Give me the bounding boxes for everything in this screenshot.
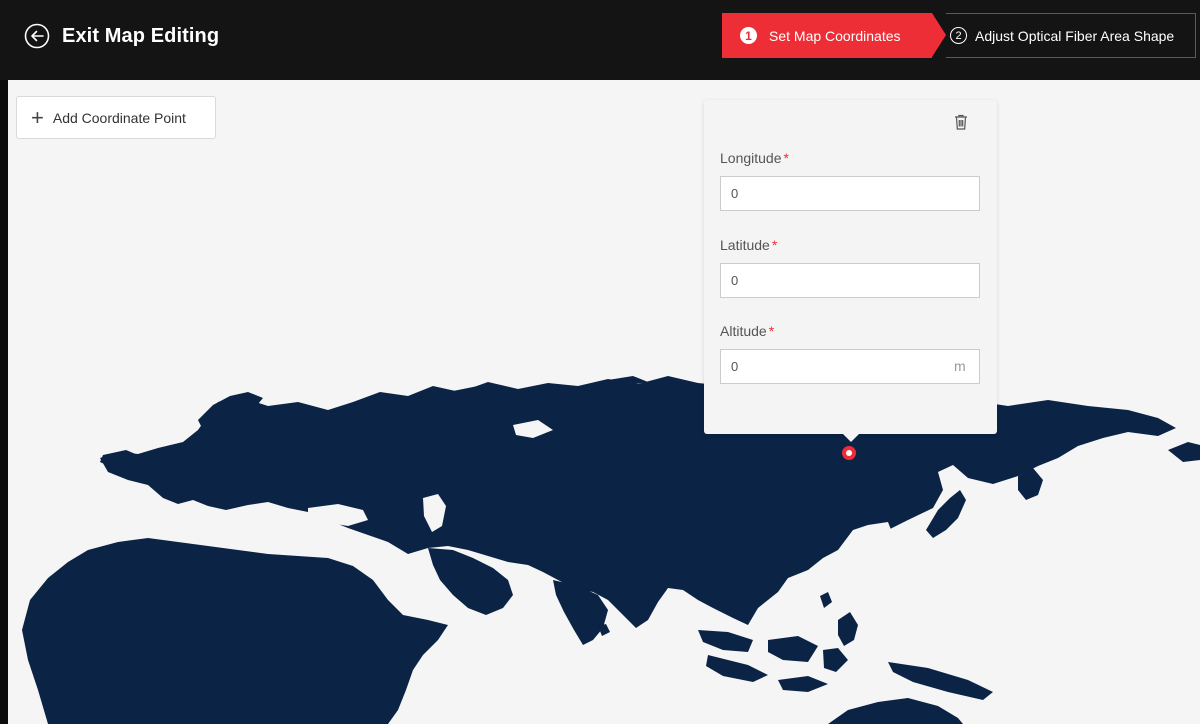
popup-pointer [843,434,859,442]
longitude-input[interactable] [720,176,980,211]
map-pin-icon[interactable] [842,446,856,460]
step-arrow [932,13,946,57]
required-mark: * [783,150,789,166]
add-coordinate-point-label: Add Coordinate Point [52,109,186,126]
exit-map-editing-button[interactable]: Exit Map Editing [24,22,219,50]
plus-icon: + [31,104,44,130]
altitude-input[interactable] [720,349,980,384]
altitude-label: Altitude * [720,323,775,339]
map-canvas[interactable]: + Add Coordinate Point Longitude* Latitu… [8,80,1200,724]
world-map [22,376,1200,724]
step-set-map-coordinates[interactable]: 1 Set Map Coordinates [722,13,932,58]
trash-icon[interactable] [954,114,968,135]
latitude-label: Latitude * [720,237,778,253]
step-number-1: 1 [740,27,757,44]
step-label-2: Adjust Optical Fiber Area Shape [975,27,1175,44]
latitude-input[interactable] [720,263,980,298]
top-bar: Exit Map Editing 1 Set Map Coordinates 2… [0,0,1200,80]
step-adjust-fiber-area-shape[interactable]: 2 Adjust Optical Fiber Area Shape [946,13,1196,58]
add-coordinate-point-button[interactable]: + Add Coordinate Point [16,96,216,139]
required-mark: * [771,237,778,253]
longitude-label: Longitude * [720,150,789,166]
step-label-1: Set Map Coordinates [769,27,901,44]
back-circle-icon [24,23,50,49]
step-number-2: 2 [950,27,967,44]
required-mark: * [768,323,775,339]
coordinate-popup: Longitude* Latitude* Altitude* m [704,100,997,434]
altitude-unit: m [954,358,966,374]
exit-map-editing-label: Exit Map Editing [62,24,220,47]
